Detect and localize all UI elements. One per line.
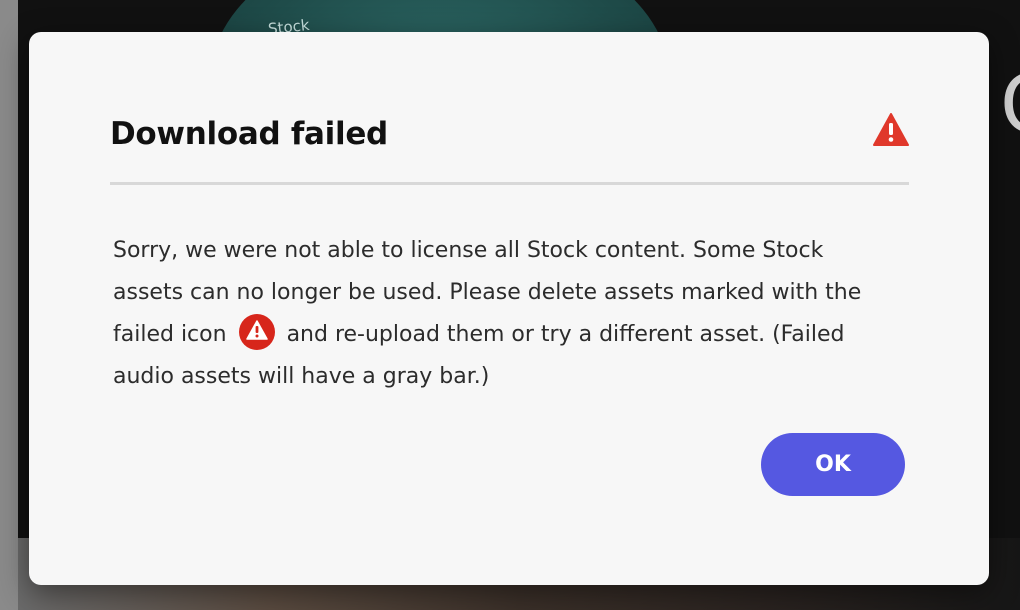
alert-triangle-icon <box>873 113 909 146</box>
background-left-strip <box>0 0 18 610</box>
dialog-title: Download failed <box>110 116 388 152</box>
title-divider <box>110 182 909 185</box>
background-edge-letter: C <box>1000 58 1020 151</box>
ok-button[interactable]: OK <box>761 433 905 496</box>
download-failed-dialog: Download failed Sorry, we were not able … <box>29 32 989 585</box>
dialog-message: Sorry, we were not able to license all S… <box>113 230 883 398</box>
failed-alert-circle-icon <box>238 314 275 350</box>
